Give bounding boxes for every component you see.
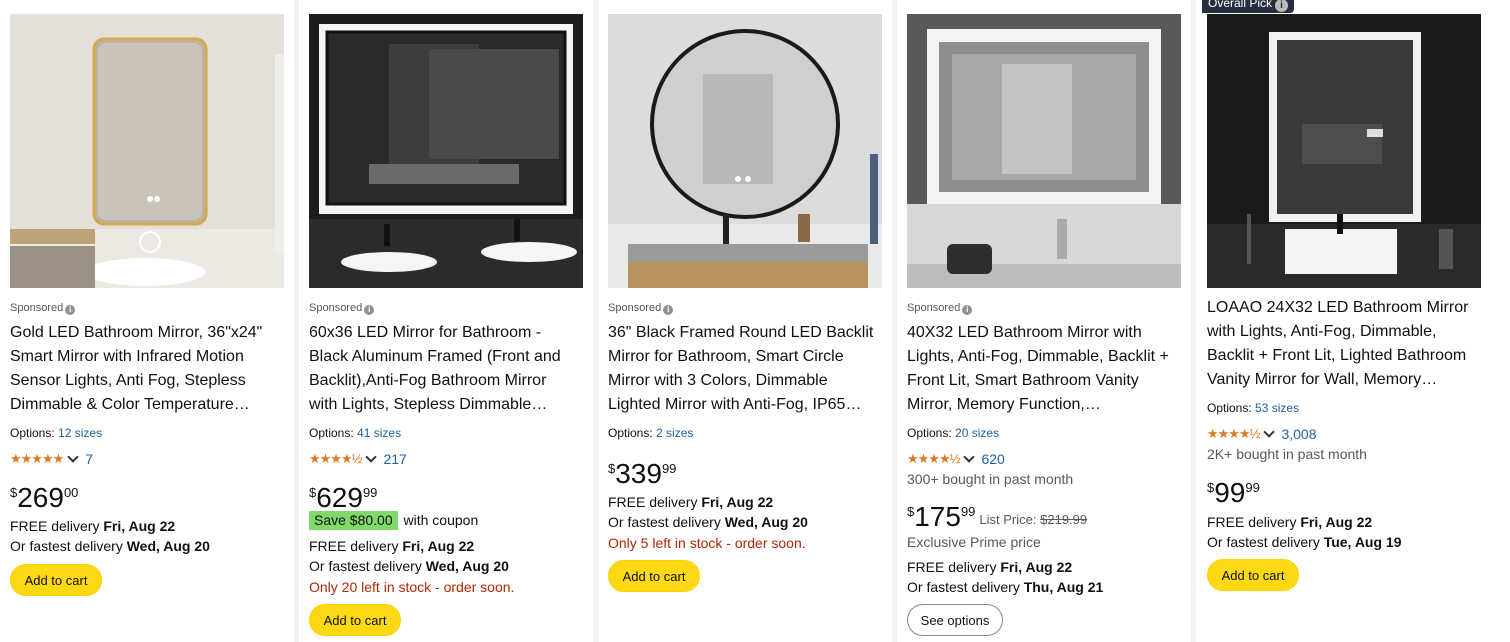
rating-count[interactable]: 620 [981,450,1004,468]
chevron-down-icon[interactable] [1263,426,1276,438]
rating[interactable]: ★★★★½ 217 [309,450,407,468]
info-icon[interactable]: i [962,305,973,315]
product-card: Sponsored i 36" Black Framed Round LED Ba… [598,0,892,642]
fastest-delivery-info: Or fastest delivery Wed, Aug 20 [10,538,210,554]
add-to-cart-button[interactable]: Add to cart [309,604,401,636]
options-link[interactable]: 12 sizes [58,426,102,440]
options: Options: 20 sizes [907,426,1000,440]
fastest-delivery-info: Or fastest delivery Tue, Aug 19 [1207,534,1402,550]
options-link[interactable]: 20 sizes [955,426,999,440]
delivery-info: FREE delivery Fri, Aug 22 [309,538,475,554]
options-link[interactable]: 53 sizes [1255,401,1299,415]
product-title[interactable]: Gold LED Bathroom Mirror, 36"x24" Smart M… [10,321,282,417]
product-card: Overall Pick i LOAAO 24X32 LED Bathroom M… [1196,0,1490,642]
price[interactable]: $26900 [10,479,78,517]
chevron-down-icon[interactable] [365,451,378,463]
rating[interactable]: ★★★★½ 3,008 [1207,425,1317,443]
delivery-info: FREE delivery Fri, Aug 22 [10,518,176,534]
rating-count[interactable]: 217 [383,450,406,468]
sponsored-label[interactable]: Sponsored i [10,301,76,315]
product-card: Sponsored i 40X32 LED Bathroom Mirror wit… [897,0,1191,642]
star-rating-icon[interactable]: ★★★★★ [10,450,64,468]
rating-count[interactable]: 3,008 [1281,425,1316,443]
product-image[interactable] [1207,14,1481,288]
coupon-badge[interactable]: Save $80.00 [309,511,398,530]
product-title[interactable]: LOAAO 24X32 LED Bathroom Mirror with Ligh… [1207,296,1479,392]
chevron-down-icon[interactable] [963,451,976,463]
bought-count: 2K+ bought in past month [1207,446,1367,462]
chevron-down-icon[interactable] [67,451,79,463]
product-image[interactable] [309,14,583,288]
product-card: Sponsored i 60x36 LED Mirror for Bathroom… [299,0,593,642]
rating[interactable]: ★★★★½ 620 [907,450,1005,468]
delivery-info: FREE delivery Fri, Aug 22 [907,559,1073,575]
stock-warning: Only 20 left in stock - order soon. [309,579,515,595]
fastest-delivery-info: Or fastest delivery Wed, Aug 20 [608,514,808,530]
options: Options: 12 sizes [10,426,103,440]
fastest-delivery-info: Or fastest delivery Wed, Aug 20 [309,558,509,574]
rating-count[interactable]: 7 [85,450,93,468]
options-link[interactable]: 2 sizes [656,426,693,440]
info-icon[interactable]: i [663,305,674,315]
info-icon[interactable]: i [364,305,375,315]
options: Options: 2 sizes [608,426,694,440]
info-icon[interactable]: i [1275,0,1289,12]
add-to-cart-button[interactable]: Add to cart [1207,559,1299,591]
bought-count: 300+ bought in past month [907,471,1074,487]
list-price: List Price: $219.99 [979,512,1088,527]
overall-pick-badge[interactable]: Overall Pick i [1202,0,1295,13]
options: Options: 53 sizes [1207,401,1300,415]
options: Options: 41 sizes [309,426,402,440]
prime-note: Exclusive Prime price [907,534,1041,550]
add-to-cart-button[interactable]: Add to cart [608,560,700,592]
delivery-info: FREE delivery Fri, Aug 22 [608,494,774,510]
product-title[interactable]: 40X32 LED Bathroom Mirror with Lights, An… [907,321,1179,417]
sponsored-label[interactable]: Sponsored i [608,301,674,315]
star-rating-icon[interactable]: ★★★★½ [309,450,362,468]
stock-warning: Only 5 left in stock - order soon. [608,535,806,551]
delivery-info: FREE delivery Fri, Aug 22 [1207,514,1373,530]
star-rating-icon[interactable]: ★★★★½ [907,450,960,468]
see-options-button[interactable]: See options [907,604,1003,636]
product-card: Sponsored i Gold LED Bathroom Mirror, 36"… [0,0,294,642]
price[interactable]: $33999 [608,455,676,493]
price[interactable]: $17599List Price: $219.99 [907,498,1087,536]
coupon-info[interactable]: Save $80.00 with coupon [309,511,478,530]
product-image[interactable] [608,14,882,288]
add-to-cart-button[interactable]: Add to cart [10,564,102,596]
sponsored-label[interactable]: Sponsored i [309,301,375,315]
product-image[interactable] [10,14,284,288]
fastest-delivery-info: Or fastest delivery Thu, Aug 21 [907,579,1104,595]
sponsored-label[interactable]: Sponsored i [907,301,973,315]
rating[interactable]: ★★★★★ 7 [10,450,93,468]
product-image[interactable] [907,14,1181,288]
product-title[interactable]: 36" Black Framed Round LED Backlit Mirror… [608,321,880,417]
product-title[interactable]: 60x36 LED Mirror for Bathroom - Black Alu… [309,321,581,417]
star-rating-icon[interactable]: ★★★★½ [1207,425,1260,443]
options-link[interactable]: 41 sizes [357,426,401,440]
price[interactable]: $9999 [1207,474,1260,512]
info-icon[interactable]: i [65,305,76,315]
